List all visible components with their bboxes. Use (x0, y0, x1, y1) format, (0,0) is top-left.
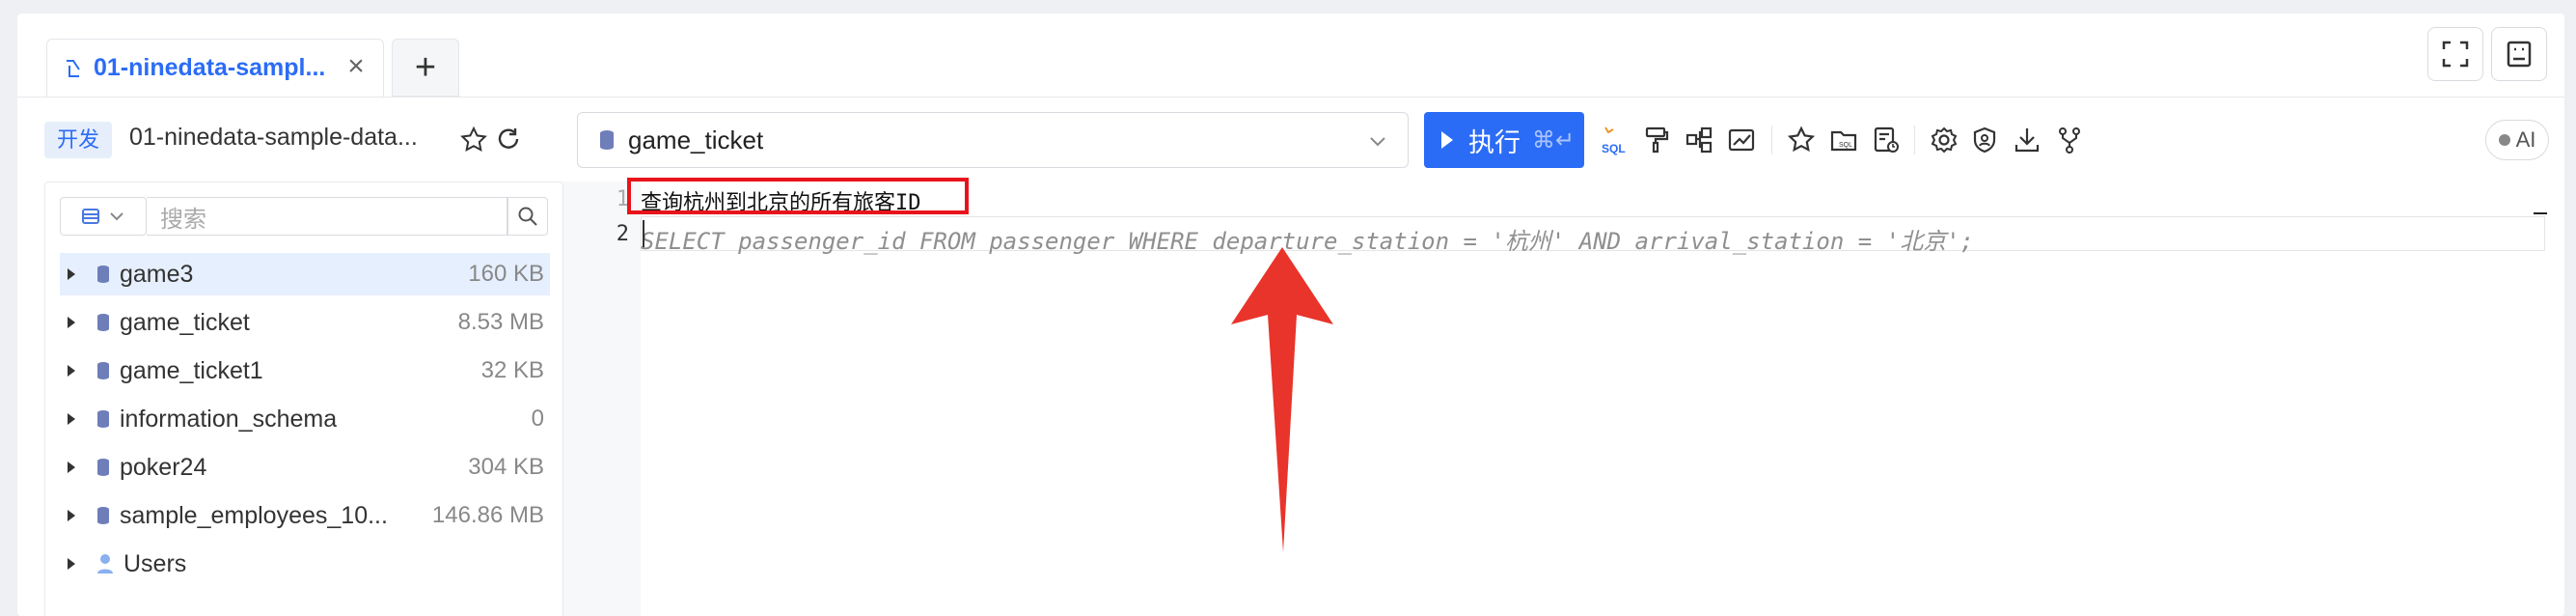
diagram-icon (1685, 126, 1713, 154)
tab-divider (17, 97, 2564, 98)
toolbar-divider (1771, 126, 1772, 154)
expand-caret-icon[interactable] (68, 558, 75, 570)
search-icon (518, 207, 537, 226)
fullscreen-button[interactable] (2427, 27, 2483, 81)
sql-file-icon (67, 59, 80, 77)
tree-item-name: Users (123, 549, 187, 577)
star-icon[interactable] (459, 126, 488, 154)
database-icon (97, 507, 109, 524)
tree-item-name: information_schema (120, 405, 338, 433)
security-button[interactable] (1968, 124, 2001, 156)
star-icon (1787, 126, 1816, 153)
expand-caret-icon[interactable] (68, 317, 75, 328)
tree-item-name: game3 (120, 260, 194, 288)
run-button[interactable]: 执行 ⌘↵ (1424, 112, 1584, 168)
add-tab-button[interactable]: + (392, 39, 459, 97)
tree-item-size: 32 KB (480, 357, 544, 383)
tree-item-size: 160 KB (468, 261, 544, 287)
favorite-sql-button[interactable] (1785, 124, 1818, 156)
object-filter-dropdown[interactable] (60, 197, 147, 236)
connection-name[interactable]: 01-ninedata-sample-data... (129, 124, 418, 152)
paint-brush-icon (1645, 126, 1669, 154)
ai-assistant-button[interactable]: AI (2485, 120, 2549, 160)
expand-caret-icon[interactable] (68, 510, 75, 521)
er-diagram-button[interactable] (1683, 124, 1715, 156)
database-select[interactable]: game_ticket (577, 112, 1409, 168)
expand-caret-icon[interactable] (68, 413, 75, 425)
line-number-gutter (583, 182, 641, 616)
shield-icon (1973, 126, 1996, 154)
sql-format-button[interactable]: SQL (1600, 124, 1632, 156)
fullscreen-icon (2442, 41, 2469, 68)
database-icon (97, 266, 109, 283)
chevron-down-icon (1370, 137, 1385, 147)
branch-button[interactable] (2053, 124, 2086, 156)
tree-item-name: sample_employees_10... (120, 501, 388, 529)
database-icon (97, 410, 109, 428)
svg-text:SQL: SQL (1839, 142, 1852, 149)
tree-item[interactable]: poker24 304 KB (60, 446, 550, 489)
minimap-marker (2534, 212, 2547, 214)
tree-item-name: game_ticket (120, 308, 250, 336)
database-select-value: game_ticket (628, 125, 764, 154)
tree-item[interactable]: sample_employees_10... 146.86 MB (60, 494, 550, 537)
text-cursor (643, 220, 644, 247)
sql-icon: SQL (1602, 126, 1626, 155)
tab-query[interactable]: 01-ninedata-sampl... × (46, 39, 384, 97)
history-icon (1874, 126, 1899, 153)
line-number: 1 (616, 187, 629, 211)
line-number: 2 (616, 222, 629, 246)
tree-item[interactable]: game3 160 KB (60, 253, 550, 295)
settings-button[interactable] (1928, 124, 1960, 156)
tree-item-size: 0 (531, 406, 544, 432)
branch-icon (2059, 127, 2080, 154)
tree-item-size: 8.53 MB (457, 309, 544, 335)
gear-icon (1931, 126, 1958, 154)
tree-item[interactable]: Users (60, 543, 550, 585)
red-arrow-annotation (1231, 247, 1333, 552)
refresh-icon[interactable] (494, 126, 523, 154)
panel-divider[interactable] (563, 182, 583, 616)
run-label: 执行 (1468, 127, 1521, 157)
database-icon (600, 130, 614, 150)
close-icon[interactable]: × (343, 52, 370, 81)
highlight-box (627, 178, 969, 214)
panel-icon (2507, 41, 2532, 68)
database-icon (97, 459, 109, 476)
search-button[interactable] (507, 197, 548, 236)
sql-folder-button[interactable]: SQL (1827, 124, 1860, 156)
table-icon (82, 209, 99, 224)
user-icon (97, 554, 113, 574)
tree-item-size: 304 KB (468, 454, 544, 480)
environment-badge: 开发 (44, 122, 112, 158)
folder-icon: SQL (1830, 130, 1857, 152)
tree-item[interactable]: information_schema 0 (60, 398, 550, 440)
chart-button[interactable] (1725, 124, 1758, 156)
svg-text:SQL: SQL (1602, 142, 1626, 155)
status-dot (2498, 134, 2510, 146)
ai-label: AI (2515, 127, 2536, 152)
tree-item[interactable]: game_ticket1 32 KB (60, 350, 550, 392)
search-input[interactable]: 搜索 (147, 197, 507, 236)
tree-item-name: game_ticket1 (120, 356, 263, 384)
tree-item-size: 146.86 MB (431, 502, 544, 528)
expand-caret-icon[interactable] (68, 462, 75, 473)
database-icon (97, 362, 109, 379)
format-brush-button[interactable] (1640, 124, 1673, 156)
download-button[interactable] (2011, 124, 2043, 156)
run-shortcut: ⌘↵ (1532, 126, 1576, 154)
tab-label: 01-ninedata-sampl... (94, 54, 326, 81)
download-icon (2014, 128, 2040, 153)
tree-item-name: poker24 (120, 453, 207, 481)
chevron-down-icon (110, 212, 123, 221)
tree-item[interactable]: game_ticket 8.53 MB (60, 301, 550, 344)
panel-toggle-button[interactable] (2491, 27, 2547, 81)
expand-caret-icon[interactable] (68, 268, 75, 280)
play-icon (1441, 131, 1453, 149)
toolbar-divider (1914, 126, 1915, 154)
chart-icon (1728, 128, 1755, 152)
expand-caret-icon[interactable] (68, 365, 75, 377)
database-icon (97, 314, 109, 331)
sql-history-button[interactable] (1870, 124, 1903, 156)
